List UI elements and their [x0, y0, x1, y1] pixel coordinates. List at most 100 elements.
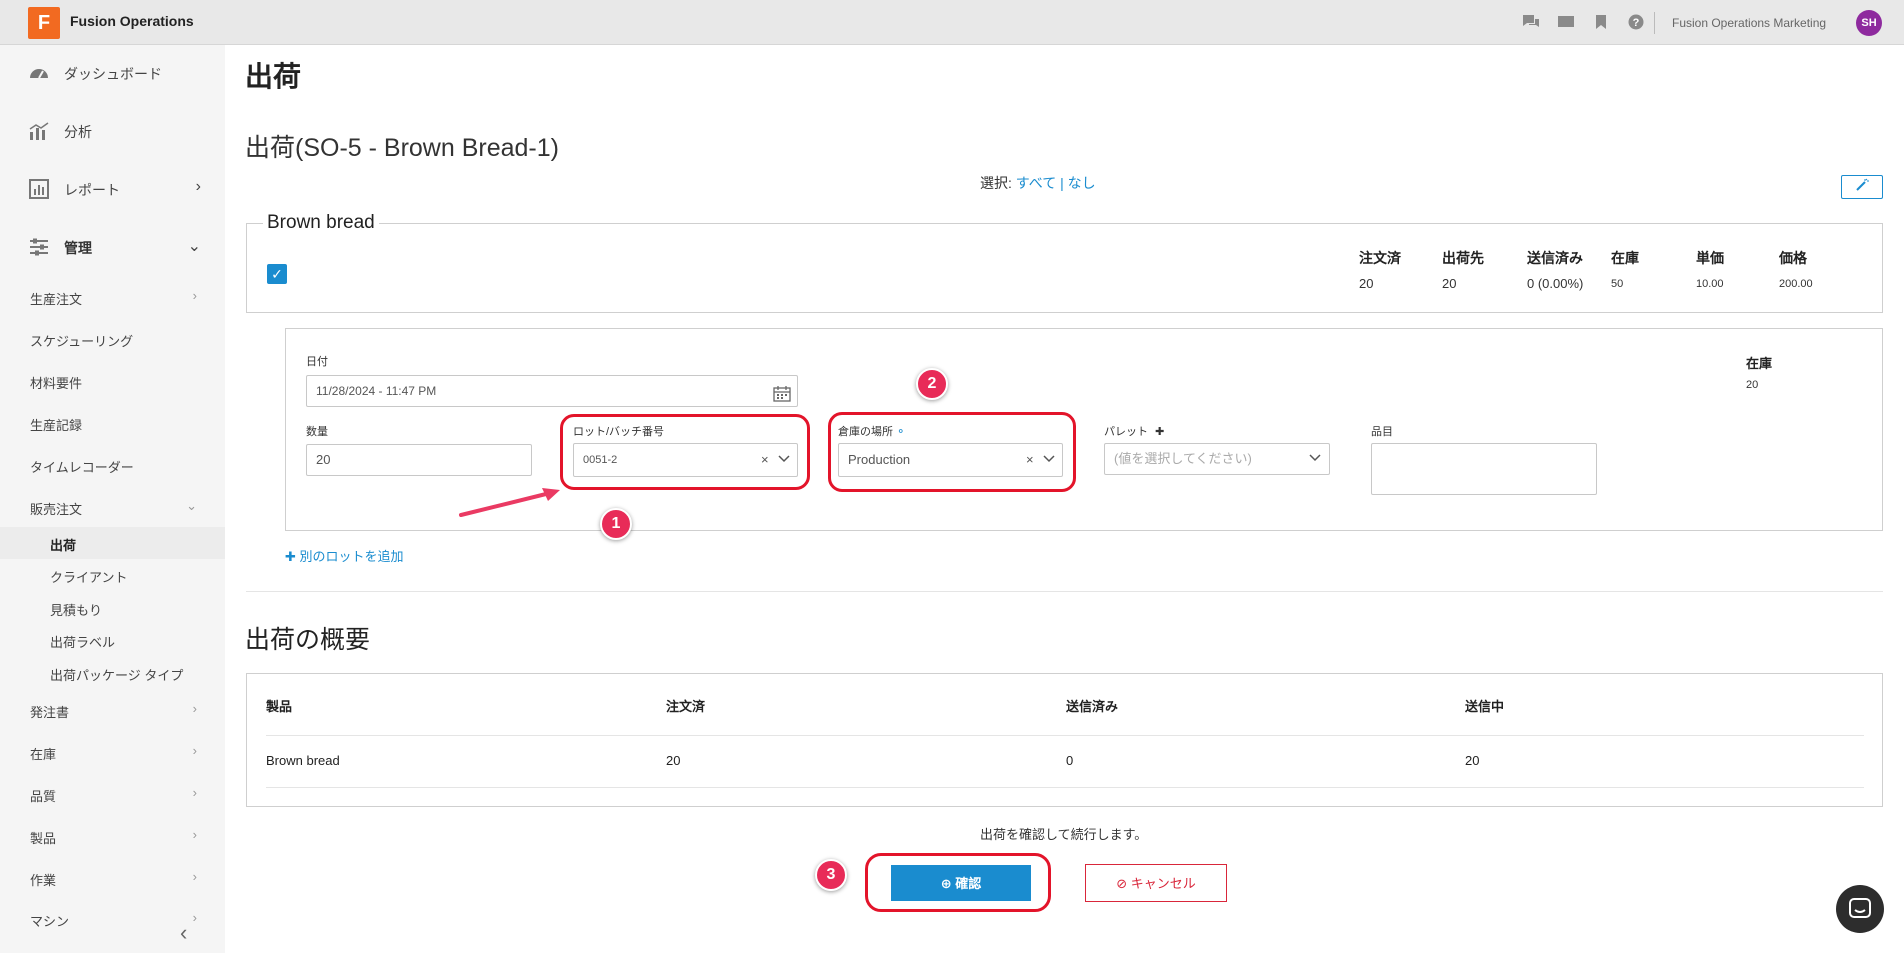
help-icon[interactable]: ? — [1627, 14, 1645, 32]
sidebar-item-label: 作業 — [30, 873, 57, 888]
step-badge-1: 1 — [600, 508, 632, 540]
org-name[interactable]: Fusion Operations Marketing — [1672, 16, 1826, 30]
summary-header-ordered: 注文済 — [666, 699, 706, 714]
svg-text:?: ? — [1633, 17, 1640, 29]
sidebar-item-machines[interactable]: マシン › — [0, 902, 225, 936]
pallet-select[interactable]: (値を選択してください) — [1104, 443, 1330, 475]
col-price: 価格 200.00 — [1779, 248, 1813, 290]
chevron-right-icon: › — [195, 178, 201, 195]
sidebar-item-label: 販売注文 — [30, 502, 83, 517]
sidebar-item-label: クライアント — [50, 570, 128, 585]
summary-row-line — [266, 787, 1864, 788]
sidebar-item-quality[interactable]: 品質 › — [0, 777, 225, 811]
pallet-label-text: パレット — [1104, 426, 1148, 438]
chevron-right-icon: › — [192, 701, 197, 716]
quantity-label: 数量 — [306, 426, 328, 438]
summary-cell: Brown bread — [266, 753, 340, 768]
user-avatar[interactable]: SH — [1856, 10, 1882, 36]
sidebar-item-scheduling[interactable]: スケジューリング — [0, 322, 225, 356]
sidebar-item-quotes[interactable]: 見積もり — [0, 592, 225, 624]
sidebar-item-label: 生産注文 — [30, 292, 83, 307]
col-header: 在庫 — [1611, 250, 1639, 266]
sidebar-item-label: マシン — [30, 914, 70, 929]
select-all-link[interactable]: すべて — [1016, 175, 1056, 191]
top-icons: ? Fusion Operations Marketing SH — [1484, 0, 1904, 45]
add-lot-label: 別のロットを追加 — [299, 549, 404, 564]
sidebar-item-label: 出荷 — [50, 538, 77, 553]
magic-wand-icon — [1855, 178, 1869, 195]
col-value: 10.00 — [1696, 278, 1724, 290]
sidebar-item-shipping-labels[interactable]: 出荷ラベル — [0, 624, 225, 656]
pallet-placeholder: (値を選択してください) — [1114, 451, 1252, 466]
summary-cell: 20 — [666, 753, 681, 768]
sidebar-item-reports[interactable]: レポート › — [0, 168, 225, 208]
add-pallet-icon[interactable]: ✚ — [1155, 426, 1164, 438]
chevron-down-icon: ⌄ — [186, 498, 197, 513]
select-row: 選択: すべて | なし — [980, 173, 1096, 193]
col-header: 単価 — [1696, 250, 1724, 266]
col-value: 20 — [1442, 276, 1457, 291]
item-textarea[interactable] — [1371, 443, 1597, 495]
sidebar-item-dashboard[interactable]: ダッシュボード — [0, 52, 225, 92]
select-none-link[interactable]: なし — [1068, 175, 1096, 191]
sidebar-item-products[interactable]: 製品 › — [0, 819, 225, 853]
topbar-divider — [1654, 12, 1655, 34]
cancel-icon: ⊘ — [1116, 876, 1128, 891]
collapse-sidebar-icon[interactable]: ‹ — [180, 920, 187, 946]
quantity-input[interactable]: 20 — [306, 444, 532, 476]
sidebar-item-operations[interactable]: 作業 › — [0, 861, 225, 895]
col-header: 出荷先 — [1442, 250, 1484, 266]
sidebar-item-label: 管理 — [64, 240, 92, 256]
sidebar-item-label: レポート — [64, 182, 120, 198]
confirm-button[interactable]: ⊕ 確認 — [891, 865, 1031, 901]
monitor-icon[interactable] — [1557, 14, 1575, 32]
chat-support-button[interactable] — [1836, 885, 1884, 933]
col-ship-to: 出荷先 20 — [1442, 248, 1484, 291]
highlight-warehouse-location — [828, 412, 1076, 492]
sidebar-item-inventory[interactable]: 在庫 › — [0, 735, 225, 769]
sidebar-item-time-recorder[interactable]: タイムレコーダー — [0, 448, 225, 482]
sidebar-item-clients[interactable]: クライアント — [0, 559, 225, 591]
sidebar-item-label: ダッシュボード — [64, 66, 162, 82]
sidebar-item-sales-orders[interactable]: 販売注文 ⌄ — [0, 490, 225, 524]
sidebar-item-shipment[interactable]: 出荷 — [0, 527, 225, 559]
calendar-icon[interactable] — [773, 383, 791, 402]
app-logo[interactable]: F — [28, 7, 60, 39]
select-separator: | — [1060, 175, 1064, 191]
add-another-lot-link[interactable]: ✚ 別のロットを追加 — [285, 546, 404, 565]
confirm-label: 確認 — [955, 876, 982, 891]
auto-fill-button[interactable] — [1841, 175, 1883, 199]
chart-icon — [28, 120, 50, 142]
product-checkbox[interactable]: ✓ — [267, 264, 287, 284]
summary-header-product: 製品 — [266, 699, 293, 714]
sidebar-item-purchase-orders[interactable]: 発注書 › — [0, 693, 225, 727]
sidebar-item-label: 分析 — [64, 124, 92, 140]
sidebar-item-production-orders[interactable]: 生産注文 › — [0, 280, 225, 314]
col-value: 200.00 — [1779, 278, 1813, 290]
sidebar-item-manage[interactable]: 管理 ⌄ — [0, 226, 225, 266]
confirm-icon: ⊕ — [940, 876, 952, 891]
stock-value: 20 — [1746, 379, 1759, 391]
col-stock: 在庫 50 — [1611, 248, 1639, 290]
sidebar-item-material-requirements[interactable]: 材料要件 — [0, 364, 225, 398]
summary-header-line — [266, 735, 1864, 736]
chat-icon[interactable] — [1522, 14, 1540, 32]
annotation-arrow-icon — [459, 488, 560, 517]
quantity-value: 20 — [316, 452, 331, 467]
sidebar-item-analysis[interactable]: 分析 — [0, 110, 225, 150]
app-name: Fusion Operations — [70, 13, 194, 29]
step-badge-3: 3 — [815, 859, 847, 891]
sidebar-item-label: 材料要件 — [30, 376, 83, 391]
date-value: 11/28/2024 - 11:47 PM — [316, 384, 437, 398]
chevron-down-icon[interactable] — [1309, 444, 1321, 485]
cancel-button[interactable]: ⊘ キャンセル — [1085, 864, 1227, 902]
sidebar-item-production-records[interactable]: 生産記録 — [0, 406, 225, 440]
date-field[interactable]: 11/28/2024 - 11:47 PM — [306, 375, 798, 407]
chat-bubble-icon — [1847, 897, 1873, 918]
item-label: 品目 — [1371, 426, 1393, 438]
top-bar: F Fusion Operations ? Fusion Operations … — [0, 0, 1904, 45]
sidebar-item-label: 製品 — [30, 831, 57, 846]
col-header: 注文済 — [1359, 250, 1401, 266]
bookmark-icon[interactable] — [1592, 14, 1610, 32]
sidebar-item-package-types[interactable]: 出荷パッケージ タイプ — [0, 657, 225, 689]
